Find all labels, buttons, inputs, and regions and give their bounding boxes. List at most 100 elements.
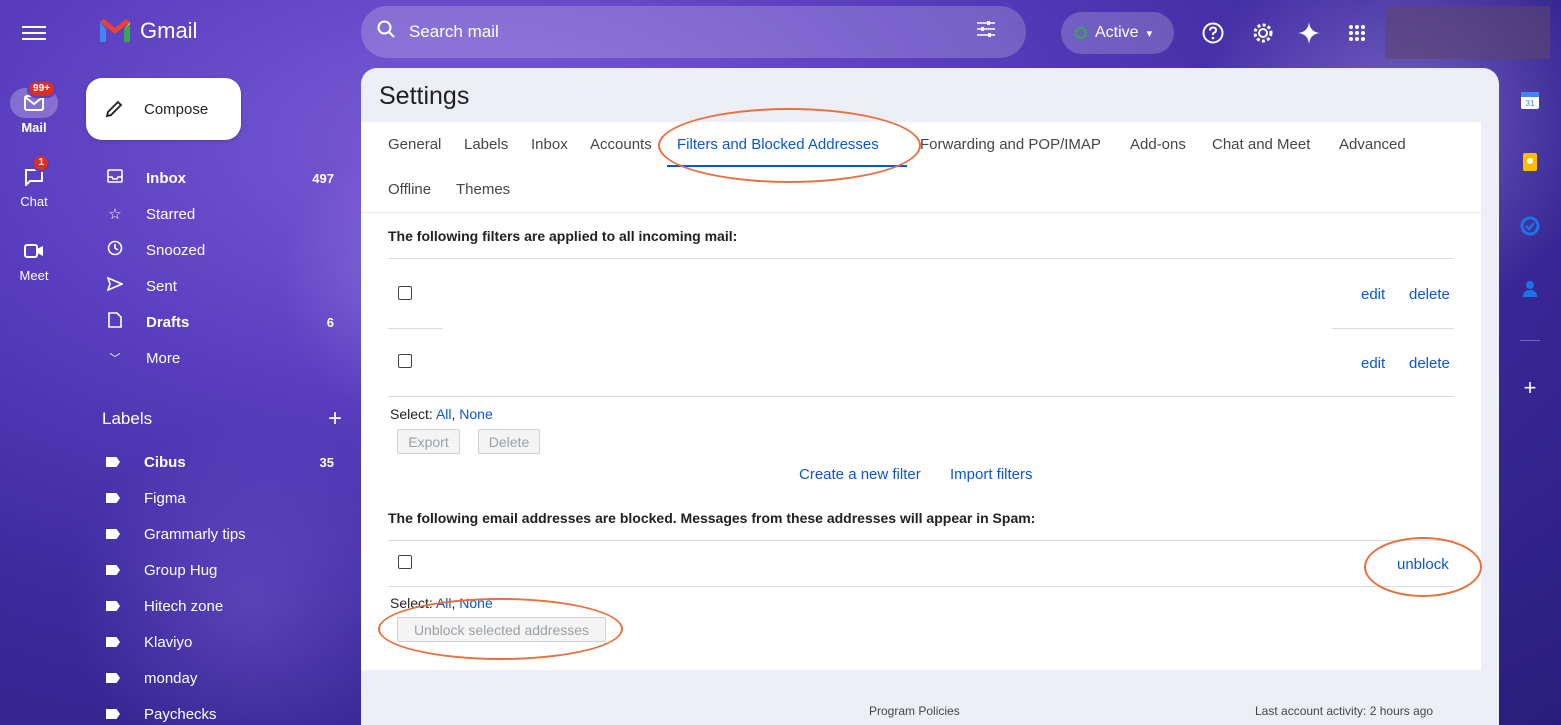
inbox-icon (106, 169, 124, 187)
nav-item-more[interactable]: ﹀ More (86, 340, 356, 376)
tab-advanced[interactable]: Advanced (1339, 136, 1406, 153)
create-filter-link[interactable]: Create a new filter (799, 466, 921, 483)
status-dropdown[interactable]: Active ▾ (1061, 12, 1174, 54)
label-count: 35 (319, 454, 334, 470)
search-bar (361, 6, 1026, 58)
tab-themes[interactable]: Themes (456, 181, 510, 198)
delete-button[interactable]: Delete (478, 429, 540, 454)
compose-label: Compose (144, 100, 209, 118)
tabs-divider (361, 212, 1481, 213)
keep-icon[interactable] (1520, 152, 1540, 172)
rail-item-chat[interactable]: 1 Chat (0, 154, 68, 209)
label-item-hitech-zone[interactable]: Hitech zone (86, 588, 356, 624)
rail-item-mail[interactable]: 99+ Mail (0, 80, 68, 135)
blocked-select-line: Select: All, None (390, 595, 493, 611)
nav-label: Drafts (146, 313, 190, 331)
status-label: Active (1095, 24, 1139, 41)
tab-filters-and-blocked[interactable]: Filters and Blocked Addresses (677, 136, 879, 153)
nav-label: Inbox (146, 169, 186, 187)
label-item-grammarly[interactable]: Grammarly tips (86, 516, 356, 552)
rail-label-chat: Chat (20, 194, 48, 209)
label-item-group-hug[interactable]: Group Hug (86, 552, 356, 588)
mailbox-nav: Inbox 497 ☆ Starred Snoozed Sent Drafts … (86, 160, 356, 376)
label-item-paychecks[interactable]: Paychecks (86, 696, 356, 725)
apps-grid-icon[interactable] (1344, 20, 1370, 46)
gmail-m-icon (100, 19, 130, 42)
select-all-link[interactable]: All (436, 595, 452, 611)
tab-add-ons[interactable]: Add-ons (1130, 136, 1186, 153)
active-tab-indicator (667, 165, 907, 167)
unblock-link[interactable]: unblock (1397, 556, 1449, 573)
label-name: Group Hug (144, 561, 218, 579)
svg-text:31: 31 (1526, 99, 1535, 108)
video-camera-icon (10, 236, 58, 266)
add-label-icon[interactable]: + (328, 405, 342, 433)
divider (388, 540, 1454, 541)
filter-checkbox[interactable] (398, 286, 412, 300)
chevron-down-icon: ﹀ (109, 353, 121, 365)
nav-item-inbox[interactable]: Inbox 497 (86, 160, 356, 196)
contacts-icon[interactable] (1520, 278, 1540, 298)
label-item-klaviyo[interactable]: Klaviyo (86, 624, 356, 660)
tab-forwarding[interactable]: Forwarding and POP/IMAP (920, 136, 1101, 153)
select-label: Select: (390, 406, 433, 422)
select-none-link[interactable]: None (459, 595, 492, 611)
tab-general[interactable]: General (388, 136, 441, 153)
send-icon (106, 276, 125, 295)
filter-edit-link[interactable]: edit (1361, 355, 1385, 372)
tab-offline[interactable]: Offline (388, 181, 431, 198)
unblock-selected-button[interactable]: Unblock selected addresses (397, 617, 606, 642)
filters-select-line: Select: All, None (390, 406, 493, 422)
nav-label: Snoozed (146, 241, 206, 259)
nav-item-sent[interactable]: Sent (86, 268, 356, 304)
tasks-icon[interactable] (1520, 216, 1540, 236)
filter-delete-link[interactable]: delete (1409, 355, 1450, 372)
settings-panel: Settings General Labels Inbox Accounts F… (361, 68, 1499, 725)
label-item-monday[interactable]: monday (86, 660, 356, 696)
tab-inbox[interactable]: Inbox (531, 136, 568, 153)
calendar-icon[interactable]: 31 (1520, 90, 1540, 110)
nav-count: 497 (312, 170, 334, 186)
compose-button[interactable]: Compose (86, 78, 241, 140)
divider (388, 396, 1454, 397)
divider (388, 258, 1454, 259)
export-button[interactable]: Export (397, 429, 460, 454)
tab-chat-and-meet[interactable]: Chat and Meet (1212, 136, 1310, 153)
select-all-link[interactable]: All (436, 406, 452, 422)
label-item-figma[interactable]: Figma (86, 480, 356, 516)
label-item-cibus[interactable]: Cibus 35 (86, 444, 356, 480)
filter-checkbox[interactable] (398, 354, 412, 368)
gmail-logo[interactable]: Gmail (98, 18, 197, 44)
settings-content: General Labels Inbox Accounts Filters an… (361, 122, 1481, 670)
tab-labels[interactable]: Labels (464, 136, 508, 153)
filter-edit-link[interactable]: edit (1361, 286, 1385, 303)
search-icon[interactable] (377, 20, 395, 44)
nav-item-drafts[interactable]: Drafts 6 (86, 304, 356, 340)
blocked-address-checkbox[interactable] (398, 555, 412, 569)
add-addon-icon[interactable]: + (1520, 377, 1540, 399)
search-options-icon[interactable] (976, 20, 996, 44)
nav-label: More (146, 349, 181, 367)
program-policies-link[interactable]: Program Policies (869, 704, 960, 718)
search-input[interactable] (409, 22, 949, 42)
nav-label: Starred (146, 205, 196, 223)
import-filters-link[interactable]: Import filters (950, 466, 1033, 483)
gear-icon[interactable] (1250, 20, 1276, 46)
main-menu-icon[interactable] (22, 22, 46, 42)
nav-item-snoozed[interactable]: Snoozed (86, 232, 356, 268)
filter-delete-link[interactable]: delete (1409, 286, 1450, 303)
rail-label-meet: Meet (19, 268, 49, 283)
tab-accounts[interactable]: Accounts (590, 136, 652, 153)
labels-header: Labels + (102, 405, 342, 433)
account-area[interactable] (1385, 6, 1550, 59)
gemini-sparkle-icon[interactable] (1296, 20, 1322, 46)
label-tag-icon (106, 709, 120, 719)
select-none-link[interactable]: None (459, 406, 492, 422)
label-tag-icon (106, 673, 120, 683)
rail-item-meet[interactable]: Meet (0, 236, 68, 283)
label-name: Grammarly tips (144, 525, 246, 543)
select-label: Select: (390, 595, 433, 611)
nav-item-starred[interactable]: ☆ Starred (86, 196, 356, 232)
help-icon[interactable] (1200, 20, 1226, 46)
chat-icon: 1 (10, 154, 58, 192)
